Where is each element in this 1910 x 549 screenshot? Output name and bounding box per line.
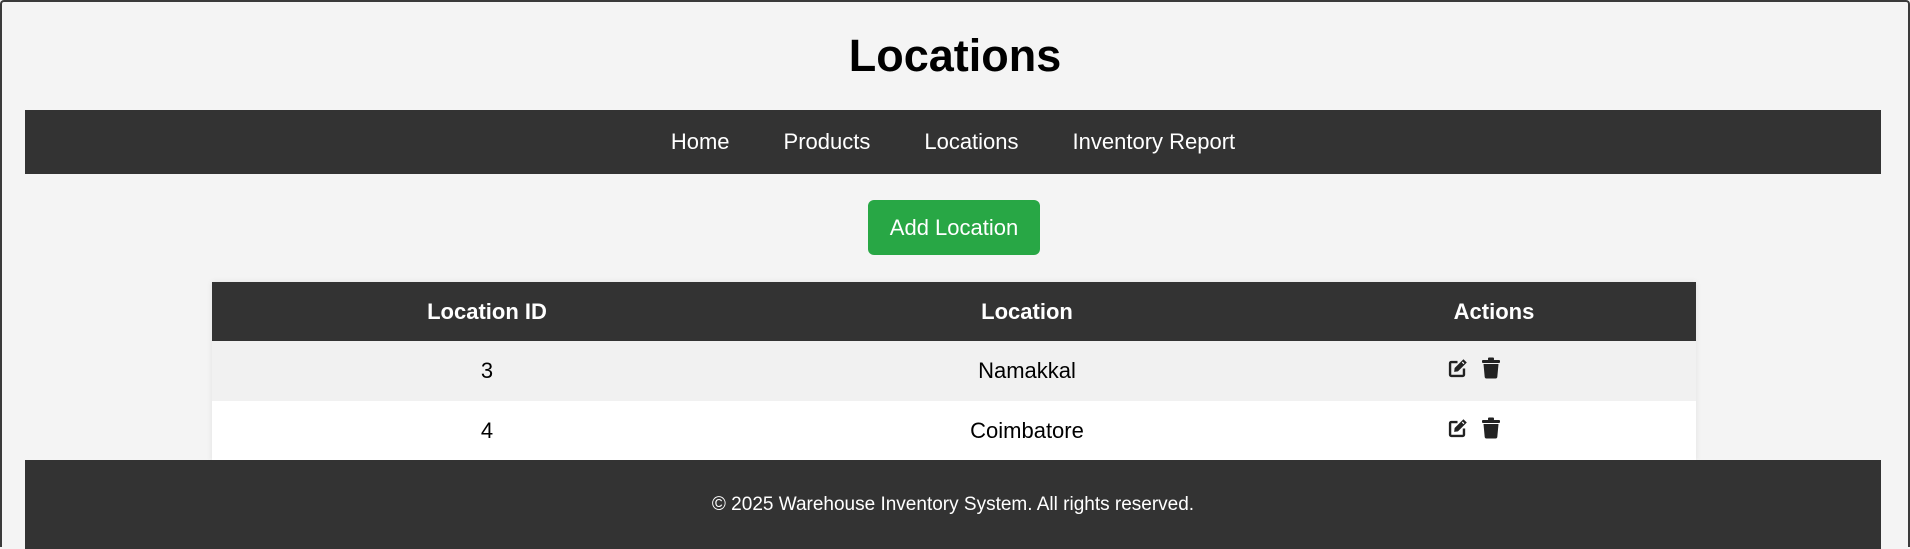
nav-link-home[interactable]: Home: [644, 129, 757, 155]
page-footer: © 2025 Warehouse Inventory System. All r…: [25, 460, 1881, 549]
nav-link-inventory-report[interactable]: Inventory Report: [1046, 129, 1263, 155]
page-title: Locations: [848, 30, 1062, 81]
table-row: 3 Namakkal: [212, 341, 1696, 401]
row-actions: [1445, 356, 1503, 380]
cell-actions: [1292, 401, 1696, 461]
nav-link-products[interactable]: Products: [757, 129, 898, 155]
table-row: 4 Coimbatore: [212, 401, 1696, 461]
column-header-actions: Actions: [1453, 298, 1535, 324]
table-header-row: Location ID Location Actions: [212, 282, 1696, 341]
trash-icon[interactable]: [1479, 416, 1503, 440]
add-location-button[interactable]: Add Location: [868, 200, 1040, 255]
main-navbar: Home Products Locations Inventory Report: [25, 110, 1881, 174]
trash-icon[interactable]: [1479, 356, 1503, 380]
cell-actions: [1292, 341, 1696, 401]
row-actions: [1445, 416, 1503, 440]
locations-table: Location ID Location Actions 3 Namakkal: [212, 282, 1696, 461]
table-header: Location ID Location Actions: [212, 282, 1696, 341]
cell-location-name: Namakkal: [978, 358, 1076, 383]
column-header-location: Location: [981, 298, 1073, 324]
edit-icon[interactable]: [1445, 356, 1469, 380]
cell-location-id: 4: [480, 418, 494, 443]
footer-copyright: © 2025 Warehouse Inventory System. All r…: [711, 493, 1195, 515]
column-header-location-id: Location ID: [427, 298, 547, 324]
edit-icon[interactable]: [1445, 416, 1469, 440]
nav-link-locations[interactable]: Locations: [897, 129, 1045, 155]
cell-location-id: 3: [480, 358, 494, 383]
table-body: 3 Namakkal 4 Coimbatore: [212, 341, 1696, 461]
locations-table-container: Location ID Location Actions 3 Namakkal: [212, 282, 1696, 461]
cell-location-name: Coimbatore: [970, 418, 1084, 443]
